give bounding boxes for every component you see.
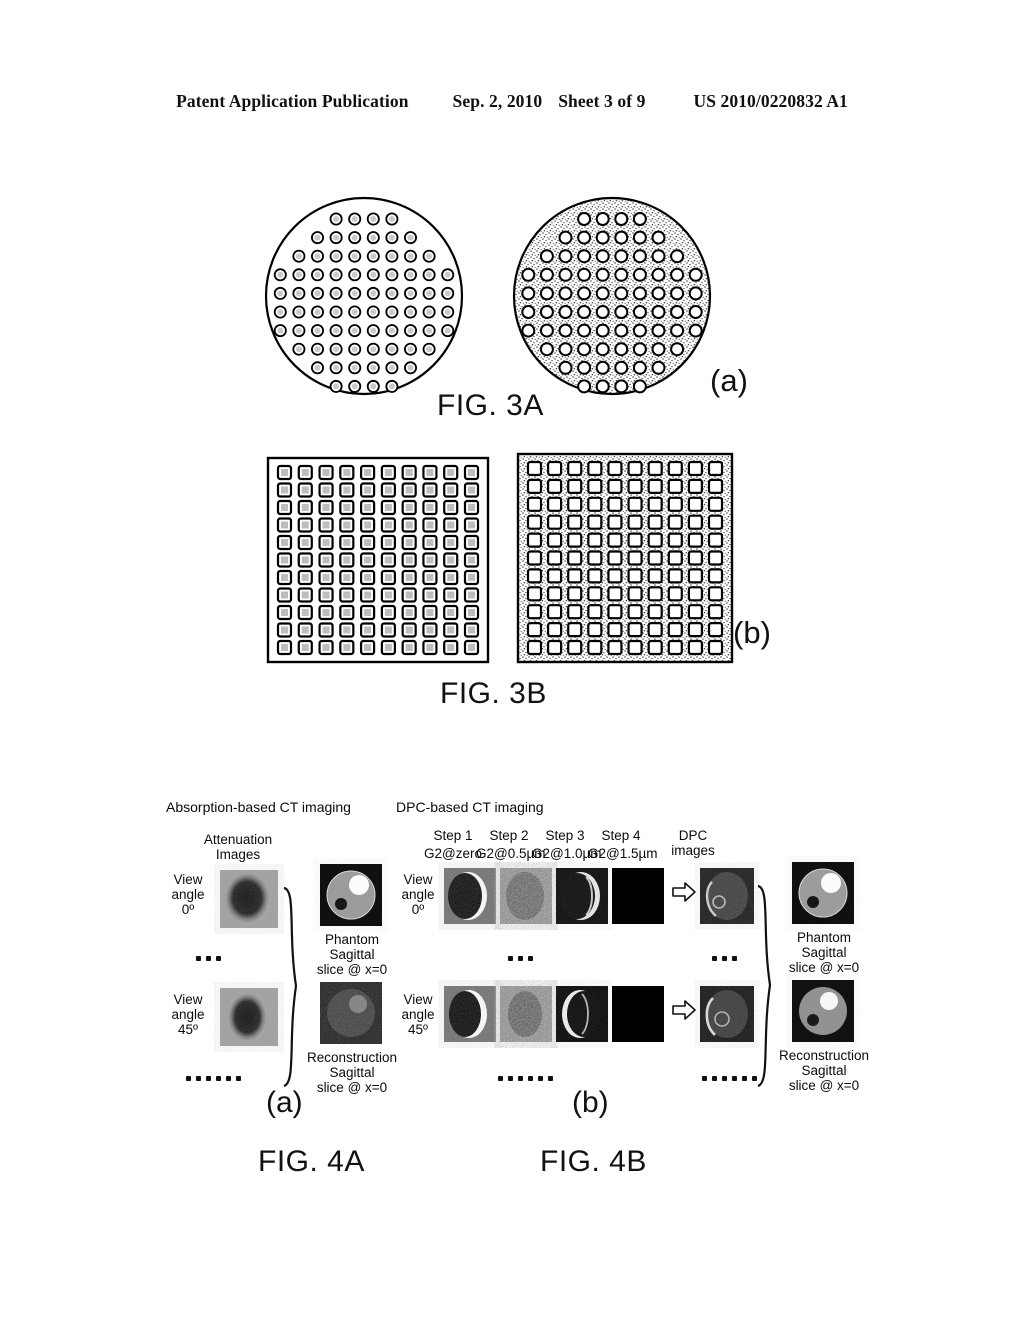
fig4b-arrow-row2-icon xyxy=(672,1000,696,1020)
fig4b-step2-image-0deg xyxy=(500,868,552,924)
fig4a-reconstruction-label: Reconstruction Sagittal slice @ x=0 xyxy=(306,1050,398,1096)
fig4b-phantom-label: Phantom Sagittal slice @ x=0 xyxy=(788,930,860,976)
fig4a-sublabel: (a) xyxy=(266,1086,303,1119)
fig4b-ellipsis-short-dpc xyxy=(712,956,737,961)
fig3a-filled-wafer-svg xyxy=(512,196,712,396)
fig4b-step4-label: Step 4 xyxy=(601,828,641,843)
fig4a-ellipsis-short xyxy=(196,956,221,961)
fig4b-step4-image-45deg xyxy=(612,986,664,1042)
header-publication: Patent Application Publication xyxy=(176,90,409,111)
fig3b-clear-grating-svg xyxy=(266,456,490,664)
fig4b-step3-label: Step 3 xyxy=(545,828,585,843)
fig4a-attenuation-0deg xyxy=(220,870,278,928)
fig4b-row2-view-label: View angle 45º xyxy=(401,992,435,1038)
fig4b-dpc-header: DPC images xyxy=(671,828,715,859)
fig4b-step1-image-45deg xyxy=(444,986,496,1042)
fig4b-step3-image-0deg xyxy=(556,868,608,924)
fig3a-clear-wafer-svg xyxy=(264,196,464,396)
fig3b-filled-grating xyxy=(516,452,734,664)
fig3b-caption: FIG. 3B xyxy=(440,677,547,710)
fig4b-step4-setting: G2@1.5µm xyxy=(588,846,658,861)
fig3b-sublabel: (b) xyxy=(733,615,771,650)
fig4a-phantom-label: Phantom Sagittal slice @ x=0 xyxy=(316,932,388,978)
fig4a-row1-view-label: View angle 0º xyxy=(171,872,205,918)
fig3a-clear-wafer xyxy=(258,196,470,396)
fig4-group: Absorption-based CT imaging Attenuation … xyxy=(0,780,1024,1200)
fig4b-ellipsis-long-dpc xyxy=(702,1076,757,1081)
fig3b-filled-grating-svg xyxy=(516,452,734,664)
fig3a-sublabel: (a) xyxy=(710,363,748,398)
fig4a-reconstruction-image xyxy=(320,982,382,1044)
fig4b-arrow-row1-icon xyxy=(672,882,696,902)
fig4b-caption: FIG. 4B xyxy=(540,1145,647,1178)
fig4b-step3-image-45deg xyxy=(556,986,608,1042)
fig4a-phantom-image xyxy=(320,864,382,926)
header-sheet: Sheet 3 of 9 xyxy=(558,90,646,111)
fig4a-attenuation-45deg xyxy=(220,988,278,1046)
fig4b-ellipsis-short-steps xyxy=(508,956,533,961)
fig4b-dpc-image-45deg xyxy=(700,986,754,1042)
patent-drawing-sheet: Patent Application Publication Sep. 2, 2… xyxy=(0,0,1024,1320)
fig4b-ellipsis-long-steps xyxy=(498,1076,553,1081)
fig4b-step4-image-0deg xyxy=(612,868,664,924)
fig3a-filled-wafer xyxy=(506,196,718,396)
fig4a-row2-view-label: View angle 45º xyxy=(171,992,205,1038)
fig4b-step1-image-0deg xyxy=(444,868,496,924)
header-date: Sep. 2, 2010 xyxy=(452,90,543,111)
fig4a-title: Absorption-based CT imaging xyxy=(166,799,351,815)
fig4a-column-header: Attenuation Images xyxy=(203,832,273,863)
fig4b-dpc-image-0deg xyxy=(700,868,754,924)
fig3b-clear-grating xyxy=(266,456,490,664)
fig4b-step2-label: Step 2 xyxy=(489,828,529,843)
fig4b-step1-label: Step 1 xyxy=(433,828,473,843)
fig4b-title: DPC-based CT imaging xyxy=(396,799,544,815)
page-header: Patent Application Publication Sep. 2, 2… xyxy=(0,88,1024,114)
fig4b-reconstruction-image xyxy=(792,980,854,1042)
fig4a-caption: FIG. 4A xyxy=(258,1145,365,1178)
fig4b-row1-view-label: View angle 0º xyxy=(401,872,435,918)
header-patent-number: US 2010/0220832 A1 xyxy=(693,90,848,111)
fig4b-step2-image-45deg xyxy=(500,986,552,1042)
fig4b-sublabel: (b) xyxy=(572,1086,609,1119)
fig3a-caption: FIG. 3A xyxy=(437,389,544,422)
fig4b-phantom-image xyxy=(792,862,854,924)
fig4a-ellipsis-long xyxy=(186,1076,241,1081)
fig4b-reconstruction-label: Reconstruction Sagittal slice @ x=0 xyxy=(778,1048,870,1094)
